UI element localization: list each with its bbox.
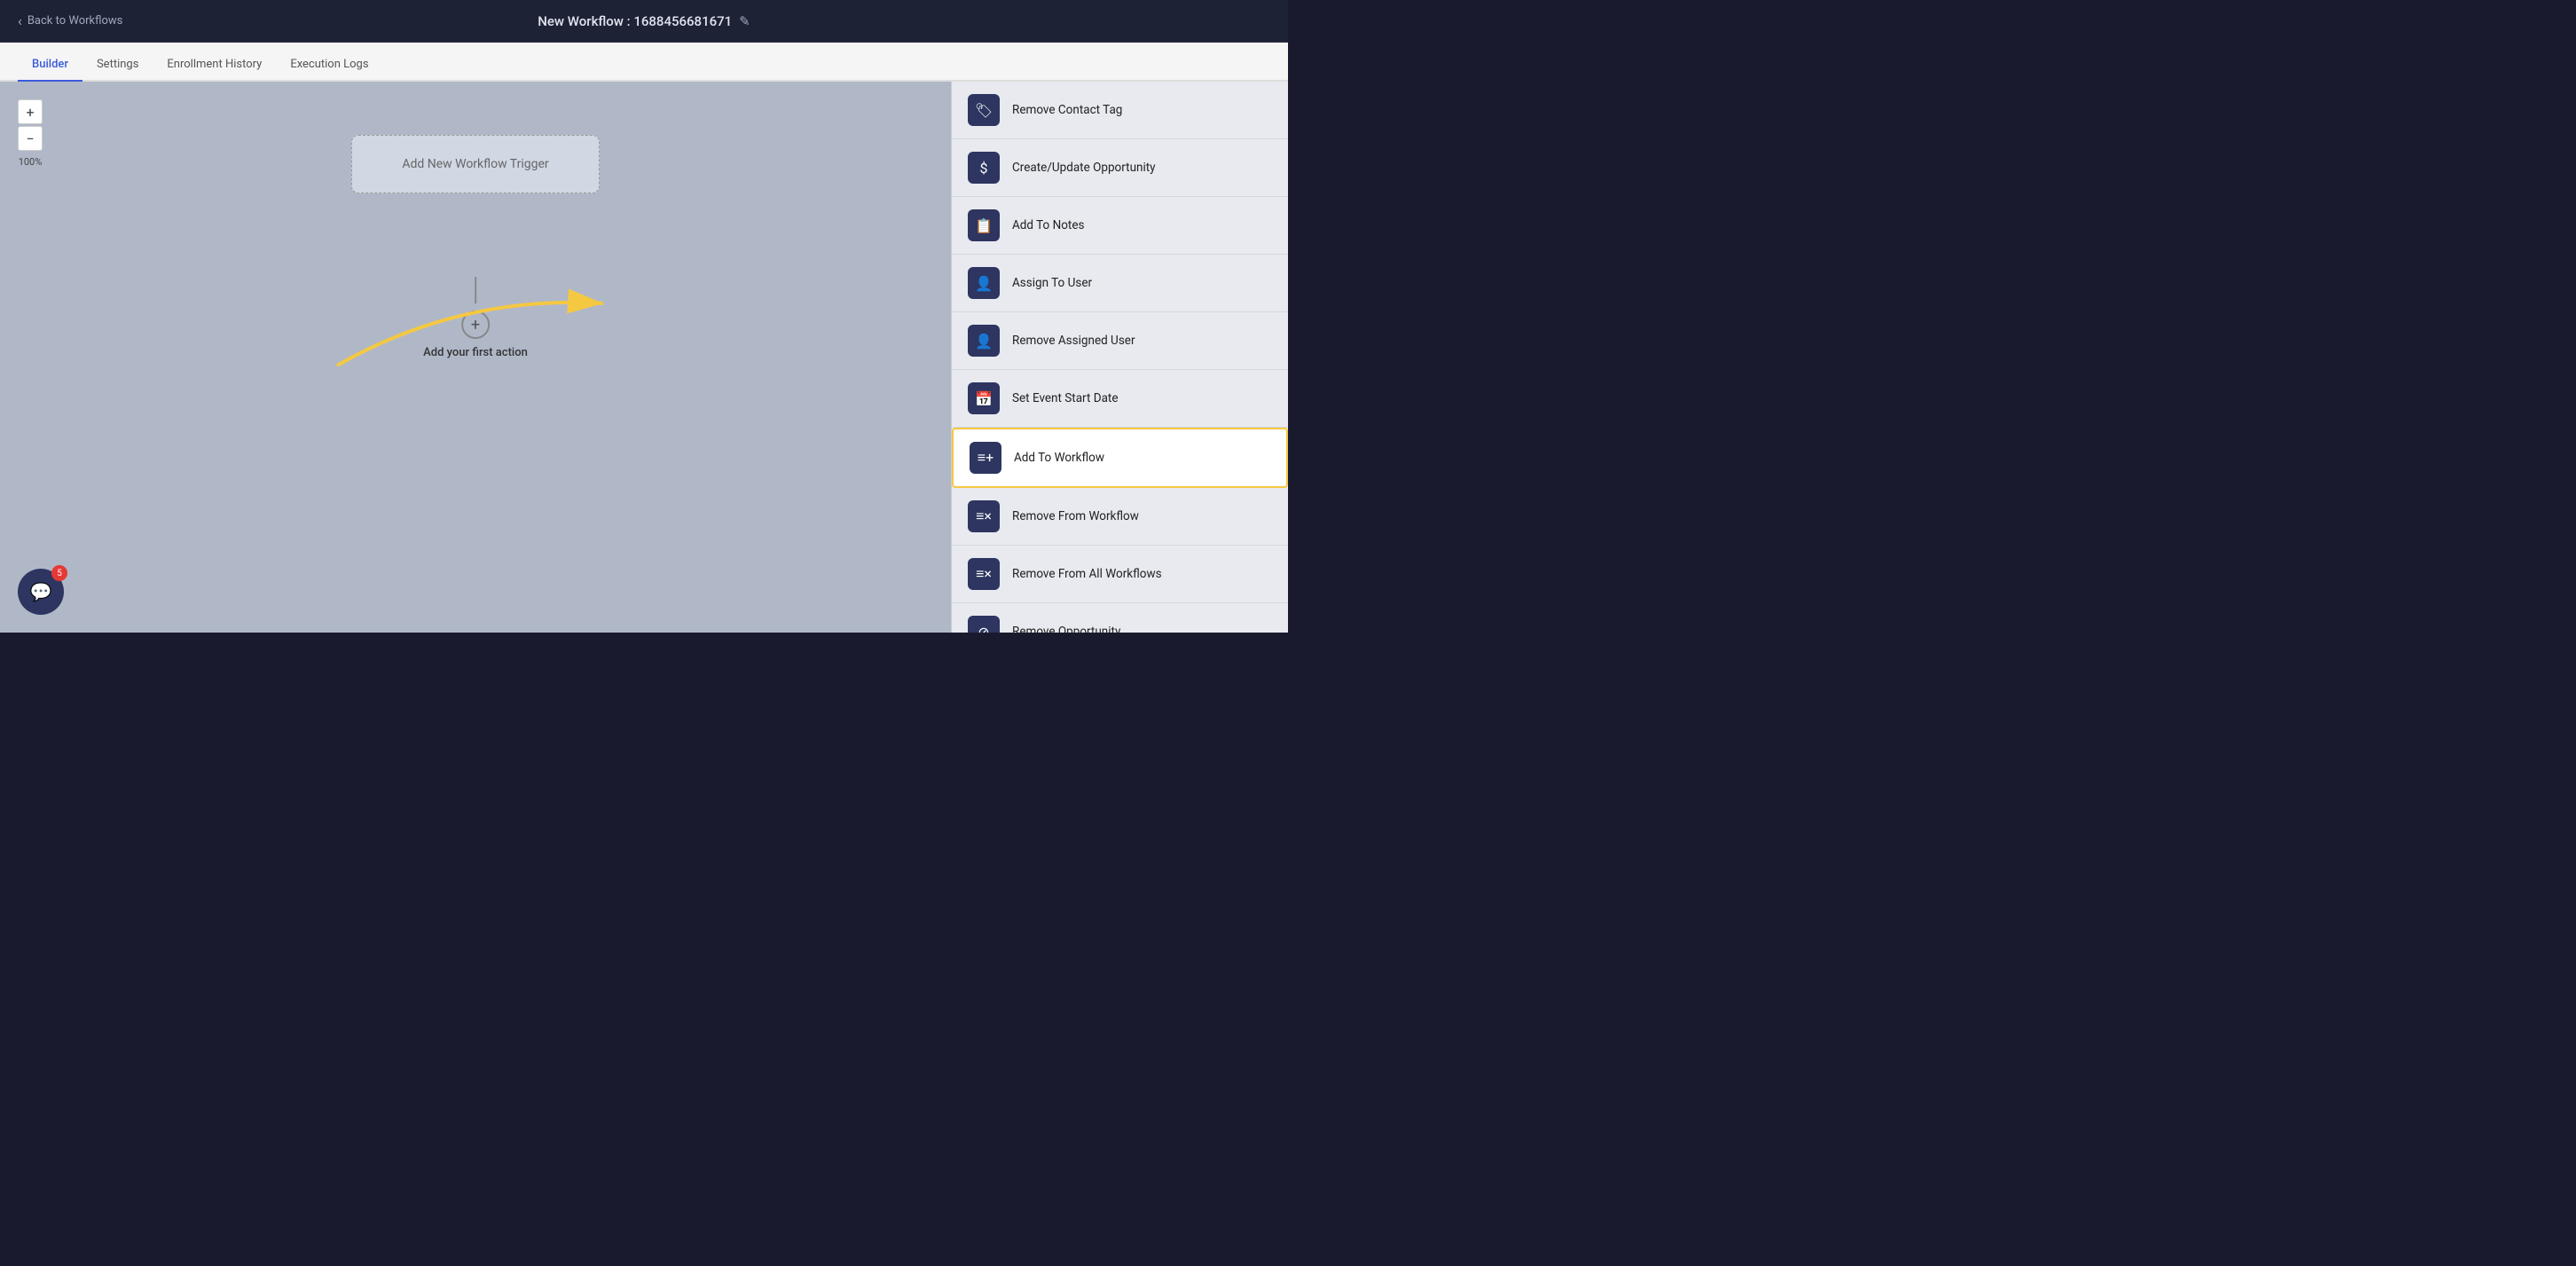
sidebar-item-remove-contact-tag[interactable]: 🏷 Remove Contact Tag xyxy=(952,82,1288,139)
action-icon-1: $ xyxy=(968,152,1000,184)
sidebar-item-add-to-workflow[interactable]: ≡+ Add To Workflow xyxy=(952,428,1288,488)
action-icon-0: 🏷 xyxy=(968,94,1000,126)
sidebar-item-set-event-start-date[interactable]: 📅 Set Event Start Date xyxy=(952,370,1288,428)
action-label-7: Remove From Workflow xyxy=(1012,509,1139,523)
tab-enrollment-history[interactable]: Enrollment History xyxy=(153,49,276,82)
action-icon-4: 👤 xyxy=(968,325,1000,357)
chat-icon: 💬 xyxy=(30,581,52,602)
sidebar-item-remove-opportunity[interactable]: ⊘ Remove Opportunity xyxy=(952,603,1288,633)
action-label-3: Assign To User xyxy=(1012,276,1092,290)
zoom-out-button[interactable]: − xyxy=(18,126,43,151)
action-icon-3: 👤 xyxy=(968,267,1000,299)
actions-sidebar: 🏷 Remove Contact Tag $ Create/Update Opport… xyxy=(951,82,1288,633)
action-label-9: Remove Opportunity xyxy=(1012,625,1120,633)
add-action-area: + Add your first action xyxy=(423,277,528,359)
workflow-title: New Workflow : 1688456681671 ✎ xyxy=(538,13,750,29)
workflow-trigger-box[interactable]: Add New Workflow Trigger xyxy=(351,135,600,193)
connector-line xyxy=(475,277,476,303)
tab-builder[interactable]: Builder xyxy=(18,49,82,82)
action-label-2: Add To Notes xyxy=(1012,218,1084,232)
back-to-workflows-button[interactable]: ‹ Back to Workflows xyxy=(18,12,122,29)
action-icon-8: ≡× xyxy=(968,558,1000,590)
zoom-controls: + − 100% xyxy=(18,99,43,168)
main-layout: + − 100% Add New Workflow Trigger + Add … xyxy=(0,82,1288,633)
tabs-bar: Builder Settings Enrollment History Exec… xyxy=(0,43,1288,82)
action-icon-2: 📋 xyxy=(968,209,1000,241)
action-icon-6: ≡+ xyxy=(970,442,1001,474)
chat-widget[interactable]: 💬 5 xyxy=(18,569,64,615)
tab-settings[interactable]: Settings xyxy=(82,49,153,82)
header: ‹ Back to Workflows New Workflow : 16884… xyxy=(0,0,1288,43)
chat-badge: 5 xyxy=(51,565,67,581)
action-label-6: Add To Workflow xyxy=(1014,451,1104,465)
add-action-label: Add your first action xyxy=(423,346,528,359)
sidebar-item-add-to-notes[interactable]: 📋 Add To Notes xyxy=(952,197,1288,255)
add-action-button[interactable]: + xyxy=(461,311,490,339)
action-label-5: Set Event Start Date xyxy=(1012,391,1119,405)
action-label-0: Remove Contact Tag xyxy=(1012,103,1122,117)
action-icon-7: ≡× xyxy=(968,500,1000,532)
action-label-4: Remove Assigned User xyxy=(1012,334,1135,348)
tab-execution-logs[interactable]: Execution Logs xyxy=(276,49,382,82)
edit-title-icon[interactable]: ✎ xyxy=(739,13,750,29)
back-label: Back to Workflows xyxy=(27,14,123,28)
sidebar-item-remove-assigned-user[interactable]: 👤 Remove Assigned User xyxy=(952,312,1288,370)
sidebar-item-assign-to-user[interactable]: 👤 Assign To User xyxy=(952,255,1288,312)
zoom-in-button[interactable]: + xyxy=(18,99,43,124)
action-icon-5: 📅 xyxy=(968,382,1000,414)
action-label-8: Remove From All Workflows xyxy=(1012,567,1162,581)
trigger-box-label: Add New Workflow Trigger xyxy=(402,157,548,171)
sidebar-item-remove-from-workflow[interactable]: ≡× Remove From Workflow xyxy=(952,488,1288,546)
sidebar-item-remove-from-all-workflows[interactable]: ≡× Remove From All Workflows xyxy=(952,546,1288,603)
action-icon-9: ⊘ xyxy=(968,616,1000,633)
action-label-1: Create/Update Opportunity xyxy=(1012,161,1156,175)
chevron-left-icon: ‹ xyxy=(18,12,22,29)
sidebar-item-createupdate-opportunity[interactable]: $ Create/Update Opportunity xyxy=(952,139,1288,197)
workflow-canvas[interactable]: + − 100% Add New Workflow Trigger + Add … xyxy=(0,82,951,633)
zoom-level-label: 100% xyxy=(18,156,43,168)
